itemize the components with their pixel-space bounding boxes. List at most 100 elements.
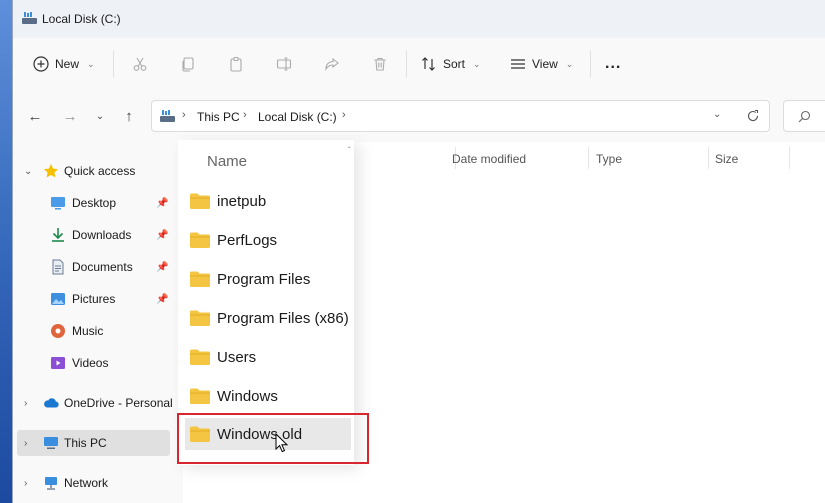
chevron-right-icon: ›	[342, 109, 346, 121]
pin-icon: 📌	[156, 293, 169, 305]
computer-icon	[44, 437, 58, 449]
sidebar-item-quick-access[interactable]: ⌄ Quick access	[13, 158, 181, 184]
up-button[interactable]: ↑	[119, 106, 139, 126]
new-label: New	[55, 57, 80, 71]
chevron-right-icon[interactable]: ›	[24, 478, 27, 489]
list-item[interactable]: Program Files	[189, 263, 349, 295]
sidebar-item-label: Music	[72, 324, 104, 338]
sidebar-item-this-pc[interactable]: › This PC	[17, 430, 170, 456]
rename-icon	[276, 57, 292, 71]
delete-button[interactable]	[369, 53, 391, 75]
sidebar-item-music[interactable]: Music	[13, 318, 181, 344]
network-icon	[45, 477, 57, 490]
separator	[406, 50, 407, 78]
downloads-icon	[52, 228, 64, 242]
paste-button[interactable]	[225, 53, 247, 75]
list-item[interactable]: PerfLogs	[189, 224, 349, 256]
search-input[interactable]	[783, 100, 825, 132]
plus-circle-icon	[33, 56, 49, 72]
sidebar-item-onedrive[interactable]: › OneDrive - Personal	[13, 390, 181, 416]
chevron-right-icon: ›	[182, 109, 186, 121]
sidebar-item-label: Videos	[72, 356, 109, 370]
share-button[interactable]	[321, 53, 343, 75]
list-item[interactable]: inetpub	[189, 185, 349, 217]
more-options-button[interactable]: ...	[605, 51, 621, 77]
column-divider[interactable]	[708, 147, 709, 169]
folder-icon	[190, 310, 210, 326]
list-item[interactable]: Program Files (x86)	[189, 302, 349, 334]
view-button[interactable]: View ⌄	[510, 51, 573, 77]
address-bar[interactable]: › This PC › Local Disk (C:) › ⌄	[151, 100, 770, 132]
chevron-down-icon[interactable]: ⌄	[24, 166, 32, 177]
folder-icon	[190, 271, 210, 287]
separator	[590, 50, 591, 78]
desktop-icon	[51, 197, 65, 210]
search-icon	[798, 110, 811, 123]
sidebar-item-label: Desktop	[72, 196, 117, 210]
breadcrumb-local-disk[interactable]: Local Disk (C:)	[258, 110, 337, 124]
view-label: View	[532, 57, 558, 71]
column-divider[interactable]	[789, 147, 790, 169]
rename-button[interactable]	[273, 53, 295, 75]
back-button[interactable]: ←	[25, 106, 45, 126]
chevron-right-icon[interactable]: ›	[24, 398, 27, 409]
pictures-icon	[51, 293, 65, 305]
column-header-name[interactable]: Name	[207, 153, 247, 170]
sidebar-item-pictures[interactable]: Pictures 📌	[13, 286, 181, 312]
column-header-type[interactable]: Type	[596, 152, 622, 166]
sidebar-item-label: This PC	[64, 436, 107, 450]
address-row: ← → ⌄ ↑ › This PC › Local Disk (C:) › ⌄	[13, 90, 825, 142]
refresh-icon[interactable]	[746, 109, 760, 123]
sidebar-item-label: Pictures	[72, 292, 116, 306]
sidebar-item-documents[interactable]: Documents 📌	[13, 254, 181, 280]
star-icon	[43, 164, 59, 178]
scissors-icon	[133, 57, 147, 71]
folder-icon	[190, 193, 210, 209]
sidebar-item-network[interactable]: › Network	[13, 470, 181, 496]
breadcrumb-this-pc[interactable]: This PC	[197, 110, 240, 124]
chevron-down-icon: ⌄	[473, 58, 481, 69]
sidebar-item-label: Documents	[72, 260, 133, 274]
sidebar-item-label: OneDrive - Personal	[64, 396, 173, 410]
sidebar-item-label: Quick access	[64, 164, 136, 178]
drive-icon	[160, 110, 175, 122]
file-name: Program Files (x86)	[217, 309, 349, 327]
drive-icon	[22, 12, 37, 24]
mouse-cursor-icon	[275, 433, 289, 453]
navigation-pane: ⌄ Quick access Desktop 📌 Downloads 📌 Doc…	[13, 142, 183, 503]
trash-icon	[374, 57, 386, 71]
column-header-date-modified[interactable]: Date modified	[452, 152, 526, 166]
chevron-down-icon: ⌄	[87, 58, 95, 69]
column-divider[interactable]	[588, 147, 589, 169]
list-item[interactable]: Users	[189, 341, 349, 373]
clipboard-icon	[230, 56, 242, 72]
file-name: inetpub	[217, 192, 267, 210]
videos-icon	[51, 357, 65, 369]
title-bar[interactable]: Local Disk (C:)	[13, 0, 825, 38]
share-icon	[325, 57, 339, 71]
command-bar: New ⌄ Sort ⌄ View ⌄ ...	[13, 38, 825, 91]
file-name: Windows	[217, 387, 278, 405]
sort-button[interactable]: Sort ⌄	[421, 51, 481, 77]
recent-locations-button[interactable]: ⌄	[90, 106, 110, 126]
cut-button[interactable]	[129, 53, 151, 75]
more-label: ...	[605, 55, 622, 72]
list-item[interactable]: Windows	[189, 380, 349, 412]
new-button[interactable]: New ⌄	[33, 51, 95, 77]
copy-button[interactable]	[177, 53, 199, 75]
sidebar-item-desktop[interactable]: Desktop 📌	[13, 190, 181, 216]
sidebar-item-downloads[interactable]: Downloads 📌	[13, 222, 181, 248]
highlight-annotation	[177, 413, 369, 464]
forward-button[interactable]: →	[60, 106, 80, 126]
file-name: PerfLogs	[217, 231, 278, 249]
address-history-dropdown[interactable]: ⌄	[713, 109, 721, 120]
column-header-size[interactable]: Size	[715, 152, 738, 166]
music-icon	[51, 324, 65, 338]
sidebar-item-videos[interactable]: Videos	[13, 350, 181, 376]
pin-icon: 📌	[156, 229, 169, 241]
sidebar-item-label: Network	[64, 476, 109, 490]
folder-icon	[190, 232, 210, 248]
window-title: Local Disk (C:)	[42, 12, 121, 26]
chevron-right-icon[interactable]: ›	[24, 438, 27, 449]
cloud-icon	[44, 398, 59, 408]
